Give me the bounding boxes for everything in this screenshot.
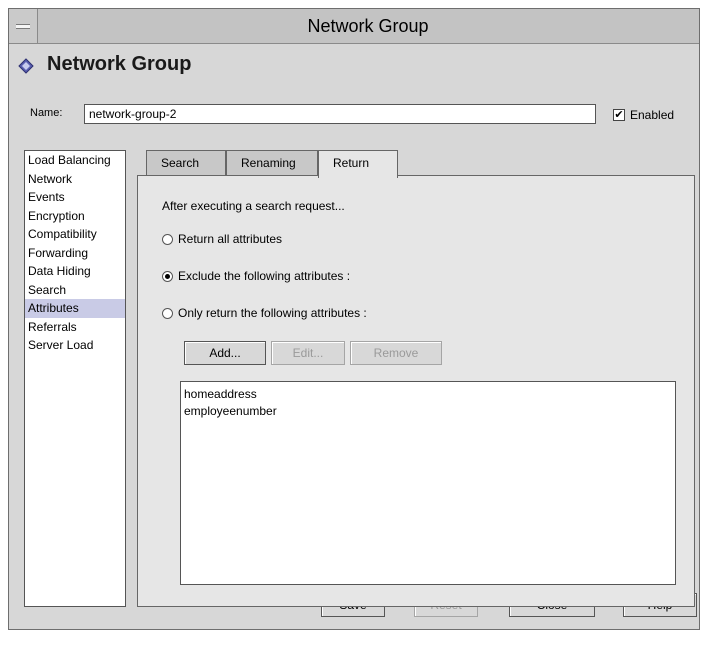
sidebar-item-network[interactable]: Network bbox=[25, 170, 125, 189]
tab-renaming[interactable]: Renaming bbox=[226, 150, 318, 176]
add-button[interactable]: Add... bbox=[184, 341, 266, 365]
list-item[interactable]: homeaddress bbox=[184, 386, 672, 403]
remove-button[interactable]: Remove bbox=[350, 341, 442, 365]
diamond-icon bbox=[18, 58, 34, 74]
sidebar-item-attributes[interactable]: Attributes bbox=[25, 299, 125, 318]
sidebar-item-referrals[interactable]: Referrals bbox=[25, 318, 125, 337]
radio-exclude[interactable]: Exclude the following attributes : bbox=[162, 269, 350, 283]
radio-button[interactable] bbox=[162, 234, 173, 245]
edit-button[interactable]: Edit... bbox=[271, 341, 345, 365]
sidebar-item-encryption[interactable]: Encryption bbox=[25, 207, 125, 226]
tab-return[interactable]: Return bbox=[318, 150, 398, 178]
list-item[interactable]: employeenumber bbox=[184, 403, 672, 420]
window-menu-icon bbox=[16, 24, 30, 29]
name-label: Name: bbox=[30, 107, 63, 119]
sidebar-item-load-balancing[interactable]: Load Balancing bbox=[25, 151, 125, 170]
sidebar-item-data-hiding[interactable]: Data Hiding bbox=[25, 262, 125, 281]
radio-only-return[interactable]: Only return the following attributes : bbox=[162, 306, 367, 320]
page-title: Network Group bbox=[47, 53, 192, 75]
sidebar-item-compatibility[interactable]: Compatibility bbox=[25, 225, 125, 244]
sidebar-item-events[interactable]: Events bbox=[25, 188, 125, 207]
return-tab-panel: After executing a search request... Retu… bbox=[137, 175, 695, 607]
radio-button-selected[interactable] bbox=[162, 271, 173, 282]
radio-button[interactable] bbox=[162, 308, 173, 319]
radio-label: Return all attributes bbox=[178, 232, 283, 246]
radio-return-all[interactable]: Return all attributes bbox=[162, 232, 282, 246]
sidebar-item-forwarding[interactable]: Forwarding bbox=[25, 244, 125, 263]
enabled-label: Enabled bbox=[630, 108, 675, 122]
name-field[interactable]: network-group-2 bbox=[84, 104, 596, 124]
attribute-list[interactable]: homeaddress employeenumber bbox=[180, 381, 676, 585]
radio-label: Only return the following attributes : bbox=[178, 306, 367, 320]
sidebar-item-server-load[interactable]: Server Load bbox=[25, 336, 125, 355]
sidebar-item-search[interactable]: Search bbox=[25, 281, 125, 300]
title-bar[interactable]: Network Group bbox=[9, 9, 699, 44]
panel-intro-text: After executing a search request... bbox=[162, 199, 345, 213]
tab-search[interactable]: Search bbox=[146, 150, 226, 176]
category-list: Load Balancing Network Events Encryption… bbox=[24, 150, 126, 607]
radio-label: Exclude the following attributes : bbox=[178, 269, 351, 283]
enabled-checkbox[interactable]: ✔ bbox=[613, 109, 625, 121]
window-title: Network Group bbox=[307, 16, 429, 36]
window-menu-button[interactable] bbox=[9, 9, 38, 43]
